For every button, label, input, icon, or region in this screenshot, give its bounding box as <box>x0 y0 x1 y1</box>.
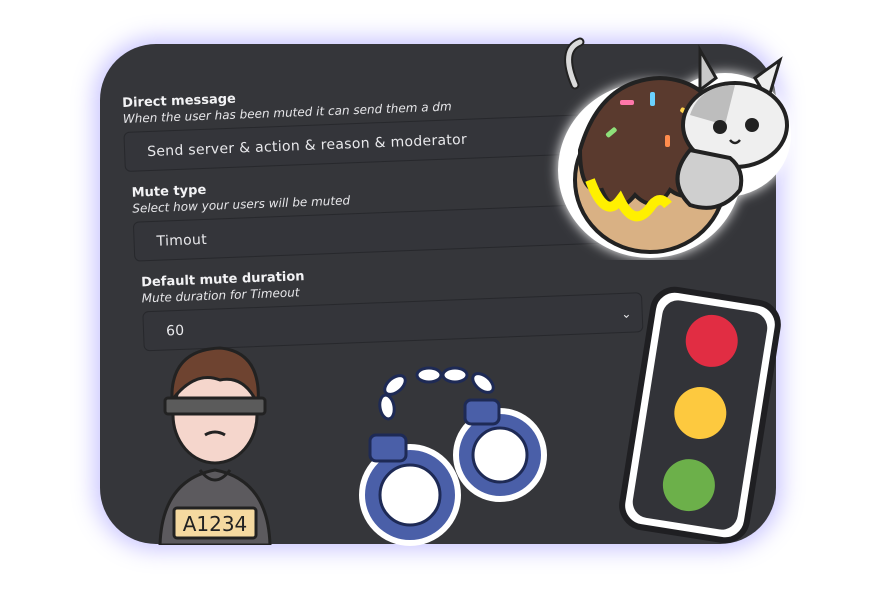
traffic-light-sticker <box>619 286 781 544</box>
handcuffs-sticker <box>359 366 547 546</box>
select-value: Send server & action & reason & moderato… <box>146 131 468 161</box>
prisoner-number: A1234 <box>183 512 248 536</box>
prisoner-sticker: A1234 <box>158 346 272 545</box>
select-value: Timout <box>156 231 208 250</box>
cat-donut-sticker <box>558 37 791 258</box>
